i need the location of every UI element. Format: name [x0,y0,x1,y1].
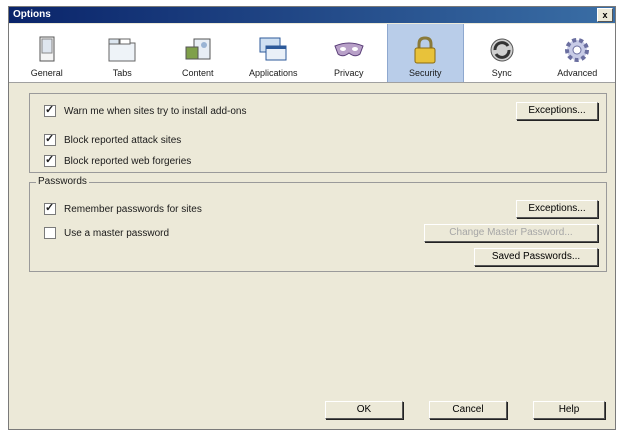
password-exceptions-button[interactable]: Exceptions... [516,200,598,218]
warn-addons-label: Warn me when sites try to install add-on… [64,105,247,117]
passwords-legend: Passwords [36,176,89,187]
tab-tabs-label: Tabs [112,68,132,78]
remember-passwords-label: Remember passwords for sites [64,203,202,215]
tab-applications[interactable]: Applications [236,24,312,82]
title-bar[interactable]: Options x [9,7,615,23]
block-forgeries-row[interactable]: Block reported web forgeries [44,153,192,167]
close-button[interactable]: x [597,8,613,22]
tab-privacy-label: Privacy [333,68,364,78]
block-attack-label: Block reported attack sites [64,134,182,146]
block-forgeries-checkbox[interactable] [44,153,56,167]
tab-general[interactable]: General [9,24,85,82]
content-icon [185,38,211,60]
padlock-icon [414,36,436,64]
tab-sync[interactable]: Sync [464,24,540,82]
tab-privacy[interactable]: Privacy [311,24,387,82]
gear-icon [565,38,590,62]
applications-icon [259,37,287,61]
master-password-label: Use a master password [64,227,170,239]
master-password-checkbox[interactable] [44,227,56,239]
block-attack-checkbox[interactable] [44,132,56,146]
saved-passwords-button[interactable]: Saved Passwords... [474,248,598,266]
tab-security-label: Security [408,68,442,78]
warn-addons-row[interactable]: Warn me when sites try to install add-on… [44,103,247,117]
block-forgeries-label: Block reported web forgeries [64,155,192,167]
tab-general-label: General [30,68,63,78]
general-icon [39,36,55,62]
security-group: Warn me when sites try to install add-on… [29,93,607,173]
tab-advanced-label: Advanced [557,68,598,78]
addon-exceptions-button[interactable]: Exceptions... [516,102,598,120]
remember-passwords-row[interactable]: Remember passwords for sites [44,201,202,215]
tab-sync-label: Sync [491,68,512,78]
master-password-row[interactable]: Use a master password [44,227,169,239]
options-dialog: Options x General Tabs Content Applicati… [8,6,616,430]
tab-security[interactable]: Security [386,24,464,82]
sync-icon [490,38,514,62]
window-title: Options [13,9,51,20]
tab-content-label: Content [181,68,214,78]
pane-toolbar: General Tabs Content Applications Privac… [9,24,615,83]
block-attack-row[interactable]: Block reported attack sites [44,132,182,146]
passwords-group: Passwords Remember passwords for sites E… [29,176,607,272]
warn-addons-checkbox[interactable] [44,103,56,117]
tabs-icon [108,38,136,62]
tab-applications-label: Applications [248,68,298,78]
privacy-mask-icon [334,42,364,57]
tab-advanced[interactable]: Advanced [540,24,616,82]
cancel-button[interactable]: Cancel [429,401,507,419]
change-master-password-button[interactable]: Change Master Password... [424,224,598,242]
help-button[interactable]: Help [533,401,605,419]
ok-button[interactable]: OK [325,401,403,419]
tab-tabs[interactable]: Tabs [85,24,161,82]
remember-passwords-checkbox[interactable] [44,201,56,215]
tab-content[interactable]: Content [160,24,236,82]
